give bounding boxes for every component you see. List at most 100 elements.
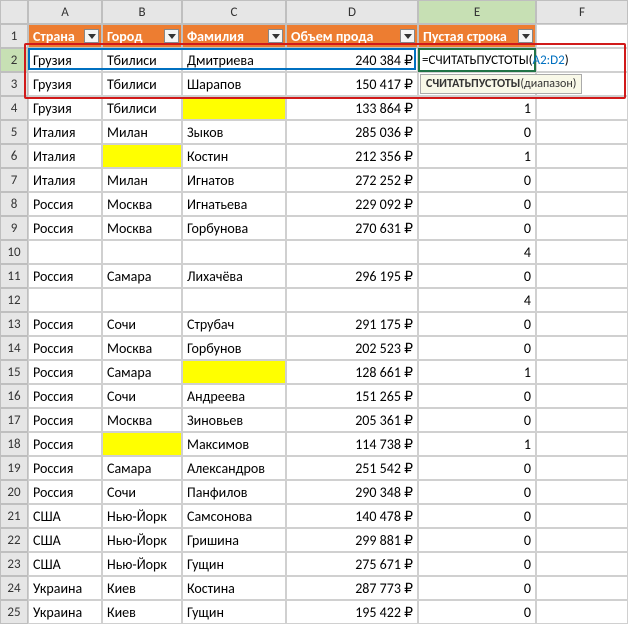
cell-E25[interactable]: 0 <box>418 600 536 624</box>
cell-A13[interactable]: Россия <box>28 312 102 336</box>
row-header-15[interactable]: 15 <box>0 360 28 384</box>
cell-B25[interactable]: Киев <box>102 600 182 624</box>
table-header-B[interactable]: Город <box>102 24 182 48</box>
cell-E13[interactable]: 0 <box>418 312 536 336</box>
cell-F19[interactable] <box>536 456 628 480</box>
cell-D7[interactable]: 272 252 ₽ <box>286 168 418 192</box>
row-header-8[interactable]: 8 <box>0 192 28 216</box>
cell-A4[interactable]: Грузия <box>28 96 102 120</box>
cell-F20[interactable] <box>536 480 628 504</box>
cell-A12[interactable] <box>28 288 102 312</box>
cell-F6[interactable] <box>536 144 628 168</box>
row-header-19[interactable]: 19 <box>0 456 28 480</box>
cell-D6[interactable]: 212 356 ₽ <box>286 144 418 168</box>
cell-F23[interactable] <box>536 552 628 576</box>
cell-E21[interactable]: 0 <box>418 504 536 528</box>
cell-E11[interactable]: 0 <box>418 264 536 288</box>
cell-F15[interactable] <box>536 360 628 384</box>
filter-dropdown-icon[interactable] <box>268 29 283 43</box>
cell-A8[interactable]: Россия <box>28 192 102 216</box>
cell-C17[interactable]: Зиновьев <box>182 408 286 432</box>
corner-cell[interactable] <box>0 0 28 24</box>
cell-C23[interactable]: Гущин <box>182 552 286 576</box>
cell-D20[interactable]: 290 348 ₽ <box>286 480 418 504</box>
cell-A15[interactable]: Россия <box>28 360 102 384</box>
cell-E14[interactable]: 0 <box>418 336 536 360</box>
cell-C6[interactable]: Костин <box>182 144 286 168</box>
cell-B15[interactable]: Самара <box>102 360 182 384</box>
cell-A10[interactable] <box>28 240 102 264</box>
cell-B8[interactable]: Москва <box>102 192 182 216</box>
cell-E15[interactable]: 1 <box>418 360 536 384</box>
cell-C15[interactable] <box>182 360 286 384</box>
cell-C14[interactable]: Горбунов <box>182 336 286 360</box>
cell-B18[interactable] <box>102 432 182 456</box>
cell-D23[interactable]: 275 671 ₽ <box>286 552 418 576</box>
cell-B24[interactable]: Киев <box>102 576 182 600</box>
cell-D5[interactable]: 285 036 ₽ <box>286 120 418 144</box>
cell-D19[interactable]: 251 542 ₽ <box>286 456 418 480</box>
row-header-3[interactable]: 3 <box>0 72 28 96</box>
cell-F5[interactable] <box>536 120 628 144</box>
cell-A16[interactable]: Россия <box>28 384 102 408</box>
cell-E8[interactable]: 0 <box>418 192 536 216</box>
row-header-12[interactable]: 12 <box>0 288 28 312</box>
cell-E2-editing[interactable]: =СЧИТАТЬПУСТОТЫ(A2:D2)СЧИТАТЬПУСТОТЫ(диа… <box>418 48 536 72</box>
cell-D4[interactable]: 133 864 ₽ <box>286 96 418 120</box>
cell-B19[interactable]: Самара <box>102 456 182 480</box>
row-header-25[interactable]: 25 <box>0 600 28 624</box>
row-header-21[interactable]: 21 <box>0 504 28 528</box>
cell-F7[interactable] <box>536 168 628 192</box>
cell-C4[interactable] <box>182 96 286 120</box>
cell-B11[interactable]: Самара <box>102 264 182 288</box>
row-header-13[interactable]: 13 <box>0 312 28 336</box>
cell-E20[interactable]: 0 <box>418 480 536 504</box>
row-header-18[interactable]: 18 <box>0 432 28 456</box>
cell-A21[interactable]: США <box>28 504 102 528</box>
cell-C13[interactable]: Струбач <box>182 312 286 336</box>
cell-E4[interactable]: 1 <box>418 96 536 120</box>
cell-C12[interactable] <box>182 288 286 312</box>
cell-E5[interactable]: 0 <box>418 120 536 144</box>
cell-A23[interactable]: США <box>28 552 102 576</box>
cell-A6[interactable]: Италия <box>28 144 102 168</box>
cell-A2[interactable]: Грузия <box>28 48 102 72</box>
cell-C20[interactable]: Панфилов <box>182 480 286 504</box>
cell-B9[interactable]: Москва <box>102 216 182 240</box>
cell-D13[interactable]: 291 175 ₽ <box>286 312 418 336</box>
cell-C7[interactable]: Игнатов <box>182 168 286 192</box>
filter-dropdown-icon[interactable] <box>164 29 179 43</box>
row-header-4[interactable]: 4 <box>0 96 28 120</box>
row-header-7[interactable]: 7 <box>0 168 28 192</box>
cell-E12[interactable]: 4 <box>418 288 536 312</box>
cell-B22[interactable]: Нью-Йорк <box>102 528 182 552</box>
row-header-2[interactable]: 2 <box>0 48 28 72</box>
row-header-16[interactable]: 16 <box>0 384 28 408</box>
cell-E10[interactable]: 4 <box>418 240 536 264</box>
cell-D17[interactable]: 205 361 ₽ <box>286 408 418 432</box>
cell-F16[interactable] <box>536 384 628 408</box>
cell-A5[interactable]: Италия <box>28 120 102 144</box>
cell-C8[interactable]: Игнатьева <box>182 192 286 216</box>
cell-D15[interactable]: 128 661 ₽ <box>286 360 418 384</box>
cell-F25[interactable] <box>536 600 628 624</box>
cell-F18[interactable] <box>536 432 628 456</box>
cell-A22[interactable]: США <box>28 528 102 552</box>
cell-F17[interactable] <box>536 408 628 432</box>
cell-A25[interactable]: Украина <box>28 600 102 624</box>
cell-D18[interactable]: 114 738 ₽ <box>286 432 418 456</box>
cell-C16[interactable]: Андреева <box>182 384 286 408</box>
cell-F11[interactable] <box>536 264 628 288</box>
cell-D3[interactable]: 150 417 ₽ <box>286 72 418 96</box>
cell-A19[interactable]: Россия <box>28 456 102 480</box>
cell-D11[interactable]: 296 195 ₽ <box>286 264 418 288</box>
cell-F8[interactable] <box>536 192 628 216</box>
col-header-F[interactable]: F <box>536 0 628 24</box>
row-header-17[interactable]: 17 <box>0 408 28 432</box>
cell-E18[interactable]: 1 <box>418 432 536 456</box>
cell-E6[interactable]: 1 <box>418 144 536 168</box>
table-header-E[interactable]: Пустая строка <box>418 24 536 48</box>
row-header-10[interactable]: 10 <box>0 240 28 264</box>
cell-A7[interactable]: Италия <box>28 168 102 192</box>
filter-dropdown-icon[interactable] <box>400 29 415 43</box>
